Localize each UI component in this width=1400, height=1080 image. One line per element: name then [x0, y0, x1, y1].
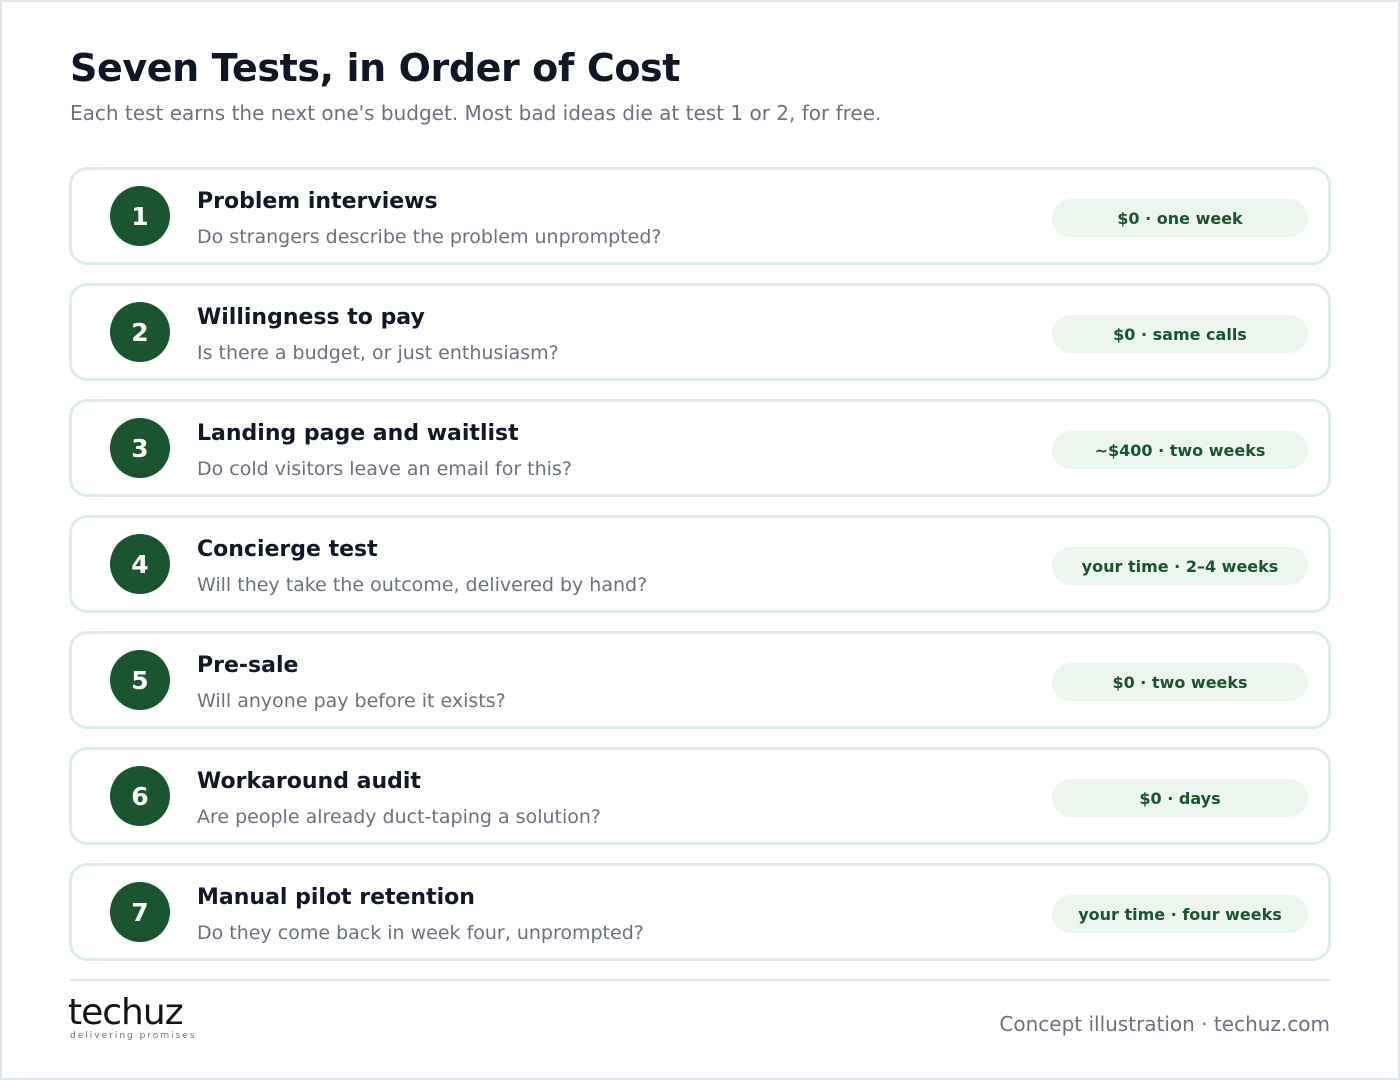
- cost-badge: your time · 2–4 weeks: [1052, 547, 1308, 585]
- tests-list: 1 Problem interviews Do strangers descri…: [69, 167, 1331, 979]
- test-title: Concierge test: [197, 537, 378, 562]
- cost-badge: $0 · one week: [1052, 199, 1308, 237]
- test-title: Manual pilot retention: [197, 885, 475, 910]
- test-title: Workaround audit: [197, 769, 421, 794]
- step-number-badge: 5: [110, 650, 170, 710]
- test-description: Will they take the outcome, delivered by…: [197, 574, 648, 596]
- step-number-badge: 1: [110, 186, 170, 246]
- cost-badge: $0 · same calls: [1052, 315, 1308, 353]
- page-title: Seven Tests, in Order of Cost: [70, 46, 681, 90]
- cost-badge: $0 · days: [1052, 779, 1308, 817]
- test-card-5: 5 Pre-sale Will anyone pay before it exi…: [69, 631, 1331, 729]
- test-card-7: 7 Manual pilot retention Do they come ba…: [69, 863, 1331, 961]
- test-title: Landing page and waitlist: [197, 421, 519, 446]
- cost-badge: $0 · two weeks: [1052, 663, 1308, 701]
- test-card-1: 1 Problem interviews Do strangers descri…: [69, 167, 1331, 265]
- test-card-2: 2 Willingness to pay Is there a budget, …: [69, 283, 1331, 381]
- test-title: Willingness to pay: [197, 305, 425, 330]
- footer-credit: Concept illustration · techuz.com: [999, 1012, 1330, 1036]
- brand-logo: techuz: [68, 992, 184, 1033]
- test-title: Pre-sale: [197, 653, 299, 678]
- step-number-badge: 6: [110, 766, 170, 826]
- test-description: Is there a budget, or just enthusiasm?: [197, 342, 559, 364]
- step-number-badge: 3: [110, 418, 170, 478]
- test-description: Do strangers describe the problem unprom…: [197, 226, 662, 248]
- test-description: Do they come back in week four, unprompt…: [197, 922, 644, 944]
- test-card-3: 3 Landing page and waitlist Do cold visi…: [69, 399, 1331, 497]
- brand-tagline: delivering promises: [70, 1031, 197, 1041]
- cost-badge: ~$400 · two weeks: [1052, 431, 1308, 469]
- test-card-6: 6 Workaround audit Are people already du…: [69, 747, 1331, 845]
- test-title: Problem interviews: [197, 189, 438, 214]
- step-number-badge: 2: [110, 302, 170, 362]
- cost-badge: your time · four weeks: [1052, 895, 1308, 933]
- step-number-badge: 7: [110, 882, 170, 942]
- test-description: Are people already duct-taping a solutio…: [197, 806, 601, 828]
- page-subtitle: Each test earns the next one's budget. M…: [70, 101, 882, 125]
- test-description: Will anyone pay before it exists?: [197, 690, 506, 712]
- step-number-badge: 4: [110, 534, 170, 594]
- test-description: Do cold visitors leave an email for this…: [197, 458, 572, 480]
- test-card-4: 4 Concierge test Will they take the outc…: [69, 515, 1331, 613]
- footer-divider: [70, 979, 1330, 981]
